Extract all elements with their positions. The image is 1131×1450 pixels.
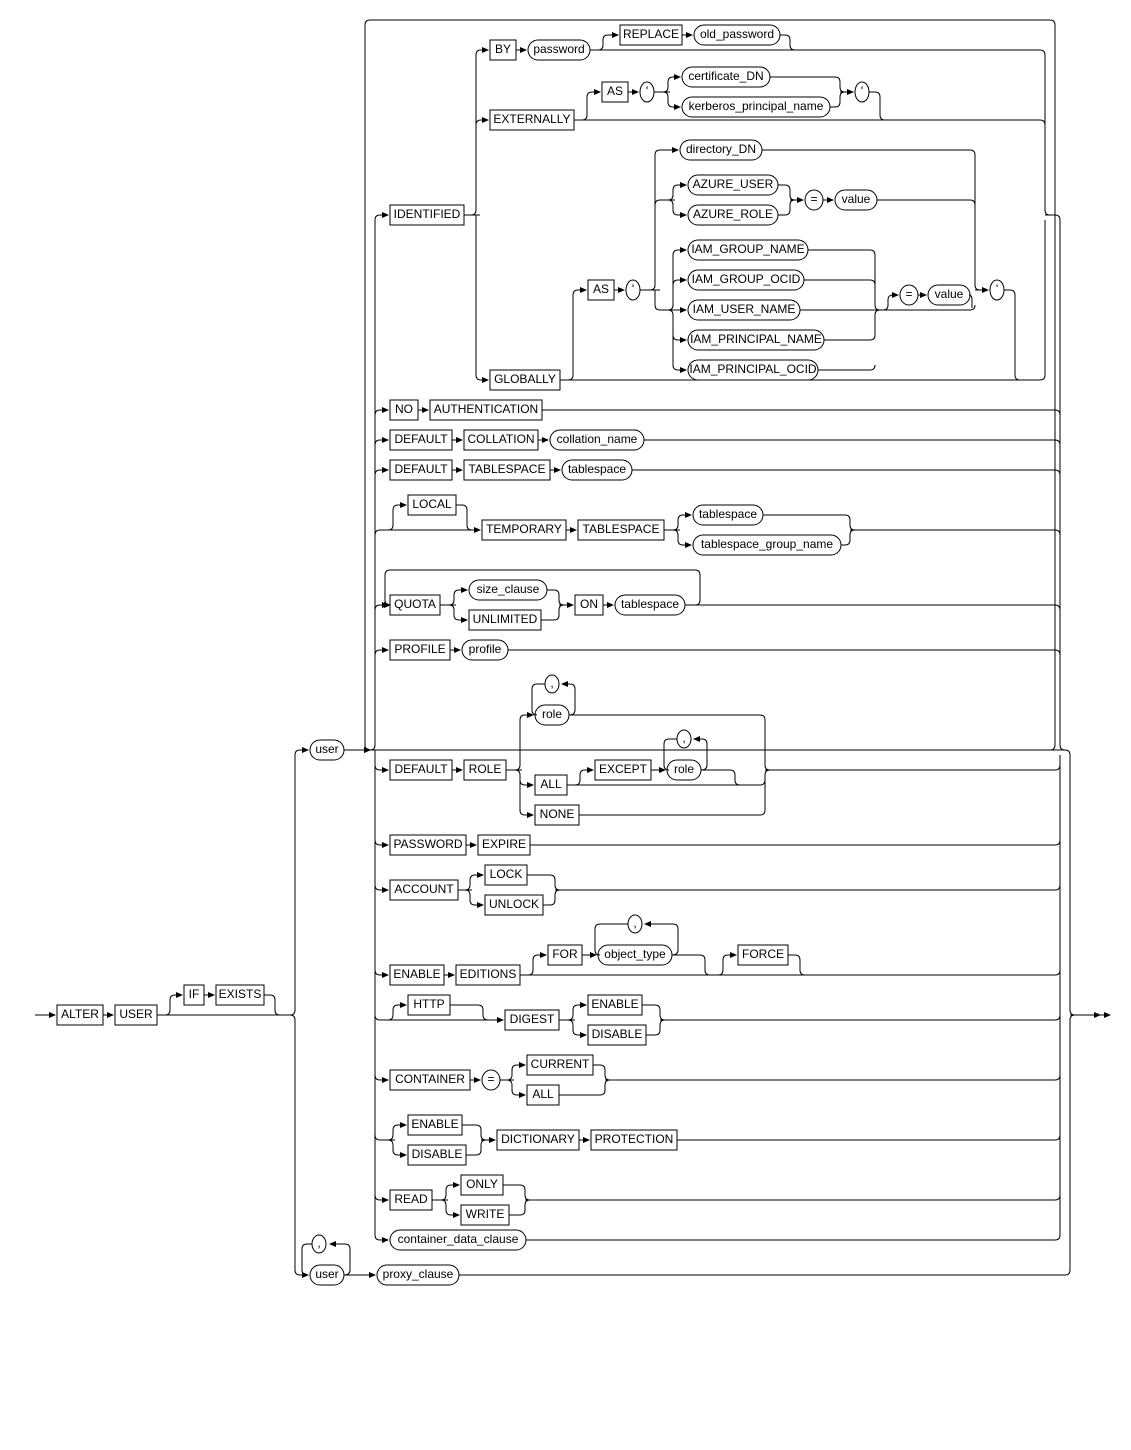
svg-text:WRITE: WRITE <box>466 1207 505 1221</box>
svg-text:AUTHENTICATION: AUTHENTICATION <box>434 402 538 416</box>
svg-text:container_data_clause: container_data_clause <box>398 1232 519 1246</box>
svg-text:DISABLE: DISABLE <box>412 1147 463 1161</box>
svg-text:IAM_USER_NAME: IAM_USER_NAME <box>693 302 796 316</box>
svg-text:value: value <box>935 287 964 301</box>
svg-text:DICTIONARY: DICTIONARY <box>501 1132 575 1146</box>
svg-text:FOR: FOR <box>552 947 578 961</box>
svg-text:IAM_PRINCIPAL_OCID: IAM_PRINCIPAL_OCID <box>689 362 816 376</box>
svg-text:directory_DN: directory_DN <box>686 142 756 156</box>
svg-text:size_clause: size_clause <box>477 582 540 596</box>
svg-text:PASSWORD: PASSWORD <box>393 837 462 851</box>
svg-text:TABLESPACE: TABLESPACE <box>469 462 546 476</box>
svg-text:AS: AS <box>607 84 623 98</box>
svg-text:': ' <box>632 282 634 296</box>
svg-text:PROFILE: PROFILE <box>394 642 445 656</box>
svg-text:PROTECTION: PROTECTION <box>595 1132 674 1146</box>
svg-text:role: role <box>542 707 562 721</box>
svg-text:user: user <box>315 1267 338 1281</box>
svg-text:BY: BY <box>495 42 511 56</box>
svg-text:': ' <box>996 282 998 296</box>
svg-text:LOCK: LOCK <box>490 867 523 881</box>
svg-text:proxy_clause: proxy_clause <box>383 1267 454 1281</box>
svg-text:COLLATION: COLLATION <box>467 432 534 446</box>
svg-text:QUOTA: QUOTA <box>394 597 436 611</box>
svg-text:HTTP: HTTP <box>413 997 444 1011</box>
svg-text:EDITIONS: EDITIONS <box>460 967 517 981</box>
svg-text:role: role <box>674 762 694 776</box>
svg-text:EXCEPT: EXCEPT <box>599 762 648 776</box>
svg-text:EXTERNALLY: EXTERNALLY <box>493 112 570 126</box>
svg-text:ALTER: ALTER <box>61 1007 99 1021</box>
svg-text:IAM_GROUP_NAME: IAM_GROUP_NAME <box>691 242 804 256</box>
svg-text:EXISTS: EXISTS <box>219 987 262 1001</box>
svg-text:=: = <box>487 1072 494 1086</box>
svg-text:user: user <box>315 742 338 756</box>
svg-text:kerberos_principal_name: kerberos_principal_name <box>689 99 824 113</box>
svg-text:ACCOUNT: ACCOUNT <box>394 882 454 896</box>
svg-text:TABLESPACE: TABLESPACE <box>583 522 660 536</box>
svg-text:ENABLE: ENABLE <box>393 967 440 981</box>
svg-text:tablespace: tablespace <box>568 462 626 476</box>
svg-text:value: value <box>842 192 871 206</box>
svg-text:tablespace: tablespace <box>699 507 757 521</box>
svg-text:ONLY: ONLY <box>466 1177 498 1191</box>
svg-text:': ' <box>646 84 648 98</box>
svg-text:IF: IF <box>189 987 200 1001</box>
svg-text:IAM_PRINCIPAL_NAME: IAM_PRINCIPAL_NAME <box>690 332 822 346</box>
svg-text:password: password <box>533 42 584 56</box>
svg-text:UNLIMITED: UNLIMITED <box>473 612 538 626</box>
svg-text:FORCE: FORCE <box>742 947 784 961</box>
svg-text:ALL: ALL <box>540 777 562 791</box>
svg-text:READ: READ <box>394 1192 428 1206</box>
svg-text:USER: USER <box>119 1007 153 1021</box>
svg-text:=: = <box>810 192 817 206</box>
svg-text:ENABLE: ENABLE <box>591 997 638 1011</box>
svg-text:object_type: object_type <box>604 947 666 961</box>
svg-text:profile: profile <box>469 642 502 656</box>
svg-text:ALL: ALL <box>532 1087 554 1101</box>
svg-text:,: , <box>682 731 685 745</box>
svg-text:IDENTIFIED: IDENTIFIED <box>394 207 461 221</box>
svg-text:NONE: NONE <box>540 807 575 821</box>
svg-text:DIGEST: DIGEST <box>510 1012 555 1026</box>
svg-text:CONTAINER: CONTAINER <box>395 1072 465 1086</box>
svg-text:AS: AS <box>593 282 609 296</box>
svg-text:UNLOCK: UNLOCK <box>489 897 539 911</box>
svg-text:DEFAULT: DEFAULT <box>394 432 448 446</box>
svg-text:tablespace: tablespace <box>621 597 679 611</box>
svg-text:certificate_DN: certificate_DN <box>688 69 763 83</box>
svg-text:DEFAULT: DEFAULT <box>394 762 448 776</box>
svg-text:REPLACE: REPLACE <box>623 27 679 41</box>
svg-text:AZURE_USER: AZURE_USER <box>693 177 774 191</box>
svg-text:old_password: old_password <box>700 27 774 41</box>
svg-text:tablespace_group_name: tablespace_group_name <box>701 537 833 551</box>
svg-text:,: , <box>317 1236 320 1250</box>
svg-text:collation_name: collation_name <box>557 432 638 446</box>
svg-text:TEMPORARY: TEMPORARY <box>486 522 562 536</box>
svg-text:': ' <box>861 84 863 98</box>
svg-text:,: , <box>550 676 553 690</box>
svg-text:IAM_GROUP_OCID: IAM_GROUP_OCID <box>692 272 801 286</box>
svg-text:LOCAL: LOCAL <box>412 497 452 511</box>
svg-text:EXPIRE: EXPIRE <box>482 837 526 851</box>
svg-text:NO: NO <box>395 402 413 416</box>
svg-text:DISABLE: DISABLE <box>592 1027 643 1041</box>
svg-text:AZURE_ROLE: AZURE_ROLE <box>693 207 773 221</box>
svg-text:ENABLE: ENABLE <box>411 1117 458 1131</box>
svg-text:ROLE: ROLE <box>469 762 502 776</box>
svg-text:,: , <box>633 916 636 930</box>
svg-text:DEFAULT: DEFAULT <box>394 462 448 476</box>
svg-text:GLOBALLY: GLOBALLY <box>494 372 556 386</box>
svg-text:ON: ON <box>580 597 598 611</box>
svg-text:=: = <box>905 287 912 301</box>
svg-text:CURRENT: CURRENT <box>531 1057 590 1071</box>
